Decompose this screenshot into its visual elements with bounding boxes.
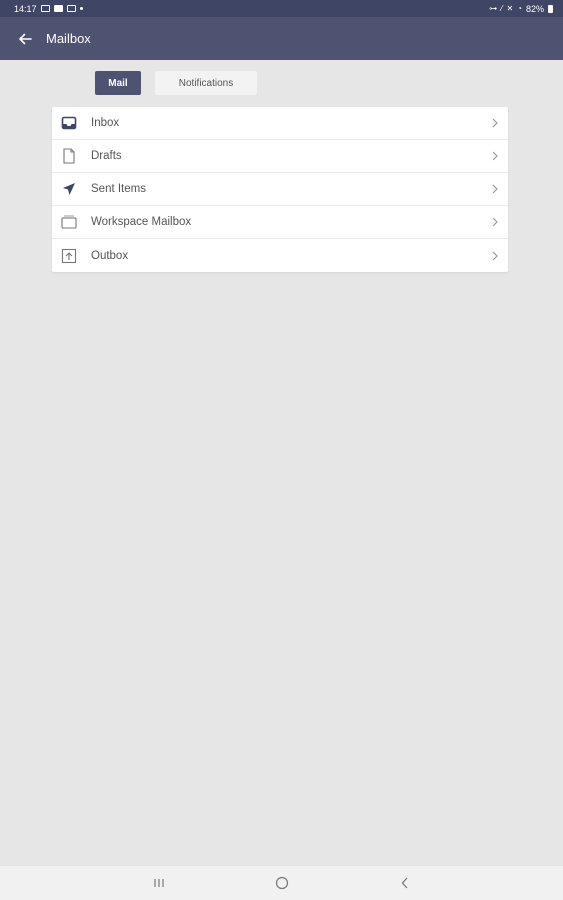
paper-plane-icon (61, 181, 77, 197)
mailbox-icon (61, 214, 77, 230)
gallery-notification-icon (40, 5, 50, 12)
wifi-icon: ◔ (517, 3, 522, 13)
status-bar: 14:17 ⊶ ⁄ ✕ ◔ 82% (0, 0, 563, 17)
tab-mail[interactable]: Mail (95, 71, 141, 95)
list-item-inbox[interactable]: Inbox (52, 107, 508, 140)
tab-notifications[interactable]: Notifications (155, 71, 257, 95)
list-item-drafts[interactable]: Drafts (52, 140, 508, 173)
document-icon (61, 148, 77, 164)
status-time: 14:17 (14, 3, 37, 14)
chevron-right-icon (492, 251, 498, 260)
recents-button[interactable] (139, 868, 179, 898)
home-button[interactable] (262, 868, 302, 898)
system-navigation-bar (0, 866, 563, 900)
arrow-left-icon (19, 33, 32, 44)
mute-icon: ✕ (506, 3, 514, 13)
list-item-label: Workspace Mailbox (91, 216, 192, 228)
status-bar-right: ⊶ ⁄ ✕ ◔ 82% (489, 4, 553, 14)
youtube-notification-icon (53, 5, 63, 12)
mail-folder-list: Inbox Drafts Sent Items Workspace Mailbo… (52, 107, 508, 272)
more-notifications-icon (79, 7, 83, 10)
battery-percentage: 82% (525, 3, 544, 14)
back-button[interactable] (16, 30, 34, 48)
chevron-right-icon (492, 118, 498, 128)
list-item-sent-items[interactable]: Sent Items (52, 173, 508, 206)
mailbox-tabs: Mail Notifications (95, 71, 257, 95)
home-circle-icon (275, 876, 289, 890)
list-item-outbox[interactable]: Outbox (52, 239, 508, 272)
list-item-label: Outbox (91, 249, 129, 262)
status-bar-left: 14:17 (14, 4, 83, 14)
list-item-label: Inbox (91, 117, 120, 129)
nav-back-icon (401, 877, 408, 889)
sim-icon: ⁄ (501, 3, 503, 13)
page-title: Mailbox (46, 31, 91, 46)
chevron-right-icon (492, 217, 498, 227)
list-item-label: Drafts (91, 150, 122, 162)
battery-icon (548, 4, 553, 13)
app-bar: Mailbox (0, 17, 563, 60)
list-item-label: Sent Items (91, 183, 146, 195)
app-notification-icon (66, 5, 76, 12)
chevron-right-icon (492, 151, 498, 161)
system-back-button[interactable] (385, 868, 425, 898)
outbox-upload-icon (61, 248, 77, 264)
list-item-workspace-mailbox[interactable]: Workspace Mailbox (52, 206, 508, 239)
recents-icon (154, 879, 164, 887)
chevron-right-icon (492, 184, 498, 194)
vpn-key-icon: ⊶ (489, 3, 498, 13)
inbox-tray-icon (61, 115, 77, 131)
